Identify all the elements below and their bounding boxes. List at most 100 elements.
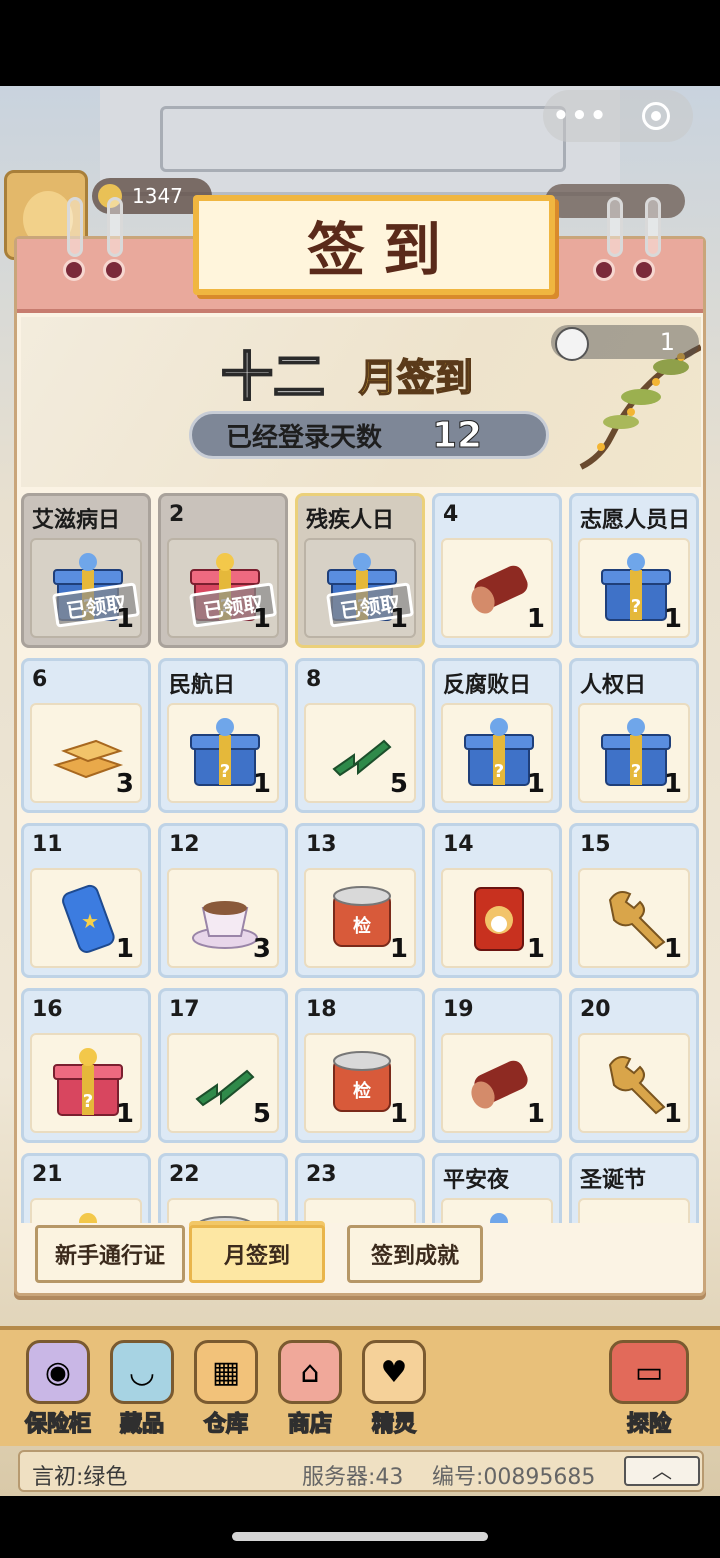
calendar-day-cell[interactable]: 2 ?已领取1: [158, 493, 288, 648]
calendar-day-cell[interactable]: 残疾人日 ?已领取1: [295, 493, 425, 648]
reward-quantity: 1: [526, 1099, 545, 1129]
calendar-day-cell[interactable]: 圣诞节: [569, 1153, 699, 1223]
bowl-icon: ◡: [110, 1340, 174, 1404]
day-label: 22: [169, 1162, 200, 1187]
reward-quantity: 1: [663, 604, 682, 634]
reward-slot: 3: [167, 868, 279, 968]
month-number: 十二: [220, 347, 326, 409]
bottom-nav-bar: ◉ 保险柜 ◡ 藏品 ▦ 仓库 ⌂ 商店 ♥ 精灵 ▭ 探险: [0, 1326, 720, 1446]
fox-icon: ♥: [362, 1340, 426, 1404]
svg-text:?: ?: [220, 761, 230, 782]
calendar-day-cell[interactable]: 20 1: [569, 988, 699, 1143]
nav-spirit[interactable]: ♥ 精灵: [354, 1340, 434, 1438]
home-indicator[interactable]: [232, 1532, 488, 1541]
calendar-day-cell[interactable]: 11 ★ 1: [21, 823, 151, 978]
wrench-icon: [608, 1056, 666, 1115]
reward-quantity: 1: [526, 934, 545, 964]
calendar-day-cell[interactable]: 反腐败日? 1: [432, 658, 562, 813]
nav-shop[interactable]: ⌂ 商店: [270, 1340, 350, 1438]
tab-monthly-sign-in[interactable]: 月签到: [189, 1225, 325, 1283]
more-menu-icon[interactable]: •••: [543, 101, 618, 131]
calendar-day-cell[interactable]: 63: [21, 658, 151, 813]
calendar-day-cell[interactable]: 平安夜?: [432, 1153, 562, 1223]
wood-log-icon: [471, 565, 528, 614]
can-icon: 检: [333, 1051, 391, 1112]
chest-blue-icon: ?: [464, 718, 534, 786]
reward-slot: 1: [578, 1033, 690, 1133]
month-suffix: 月签到: [358, 355, 474, 401]
calendar-day-cell[interactable]: 13 检 1: [295, 823, 425, 978]
close-mini-program-icon[interactable]: [618, 102, 693, 130]
wood-log-icon: [471, 1060, 528, 1109]
calendar-day-cell[interactable]: 22 检: [158, 1153, 288, 1223]
tab-newbie-pass[interactable]: 新手通行证: [35, 1225, 185, 1283]
reward-quantity: 1: [115, 934, 134, 964]
binder-ring-icon: [593, 259, 615, 281]
dialog-title: 签到: [306, 216, 459, 284]
dialog-header-band: 签到: [17, 195, 703, 313]
day-label: 15: [580, 832, 611, 857]
server-number: 服务器:43: [302, 1465, 404, 1490]
calendar-day-cell[interactable]: 民航日? 1: [158, 658, 288, 813]
nav-label: 精灵: [371, 1411, 417, 1438]
reward-slot: 检: [167, 1198, 279, 1223]
can-icon: 检: [333, 886, 391, 947]
nav-safe[interactable]: ◉ 保险柜: [18, 1340, 98, 1438]
nav-collection[interactable]: ◡ 藏品: [102, 1340, 182, 1438]
green-gem-icon: [195, 1069, 255, 1107]
reward-quantity: 1: [526, 604, 545, 634]
day-label: 平安夜: [443, 1168, 510, 1193]
reward-slot: ?已领取1: [167, 538, 279, 638]
safe-icon: ◉: [26, 1340, 90, 1404]
calendar-day-cell[interactable]: 12 3: [158, 823, 288, 978]
reward-slot: 5: [167, 1033, 279, 1133]
calendar-day-cell[interactable]: 41: [432, 493, 562, 648]
calendar-day-cell[interactable]: 18 检 1: [295, 988, 425, 1143]
nav-label: 保险柜: [24, 1411, 92, 1438]
day-label: 13: [306, 832, 337, 857]
calendar-day-cell[interactable]: 19 1: [432, 988, 562, 1143]
gold-bars-icon: [52, 739, 124, 779]
calendar-day-cell[interactable]: 志愿人员日? 1: [569, 493, 699, 648]
reward-quantity: 1: [389, 1099, 408, 1129]
reward-quantity: 1: [252, 769, 271, 799]
day-label: 2: [169, 502, 185, 527]
calendar-day-cell[interactable]: 14 1: [432, 823, 562, 978]
reward-slot: ? 1: [578, 538, 690, 638]
chest-red-icon: ?: [53, 1048, 123, 1116]
nav-explore[interactable]: ▭ 探险: [604, 1340, 694, 1438]
nav-warehouse[interactable]: ▦ 仓库: [186, 1340, 266, 1438]
month-header: 1 十二 月签到 已经登录天数 12: [21, 317, 701, 487]
reward-slot: 1: [441, 868, 553, 968]
calendar-day-cell[interactable]: 21?: [21, 1153, 151, 1223]
reward-slot: ?: [441, 1198, 553, 1223]
paper-clip-icon: [67, 197, 83, 257]
binder-ring-icon: [103, 259, 125, 281]
chest-blue-icon: ?: [490, 1213, 508, 1223]
calendar-day-cell[interactable]: 23: [295, 1153, 425, 1223]
reward-slot: 1: [578, 868, 690, 968]
green-gem-icon: [332, 739, 392, 777]
reward-slot: 1: [441, 538, 553, 638]
expand-chevron-up-icon[interactable]: ︿: [624, 1456, 700, 1486]
tab-sign-in-achievements[interactable]: 签到成就: [347, 1225, 483, 1283]
can-icon: 检: [197, 1216, 253, 1223]
wood-log-icon: [598, 1210, 674, 1223]
day-label: 圣诞节: [580, 1168, 647, 1193]
day-label: 6: [32, 667, 48, 692]
nav-label: 商店: [287, 1411, 333, 1438]
reward-quantity: 1: [389, 934, 408, 964]
reward-slot: ?已领取1: [30, 538, 142, 638]
player-id: 编号:00895685: [432, 1465, 596, 1490]
calendar-day-cell[interactable]: 15 1: [569, 823, 699, 978]
shop-icon: ⌂: [278, 1340, 342, 1404]
calendar-day-cell[interactable]: 艾滋病日 ?已领取1: [21, 493, 151, 648]
calendar-day-cell[interactable]: 85: [295, 658, 425, 813]
calendar-day-cell[interactable]: 人权日? 1: [569, 658, 699, 813]
mini-program-capsule: •••: [543, 90, 693, 142]
day-label: 14: [443, 832, 474, 857]
calendar-day-cell[interactable]: 16? 1: [21, 988, 151, 1143]
reward-quantity: 1: [389, 604, 408, 634]
cat-can-icon: [474, 887, 524, 951]
calendar-day-cell[interactable]: 17 5: [158, 988, 288, 1143]
